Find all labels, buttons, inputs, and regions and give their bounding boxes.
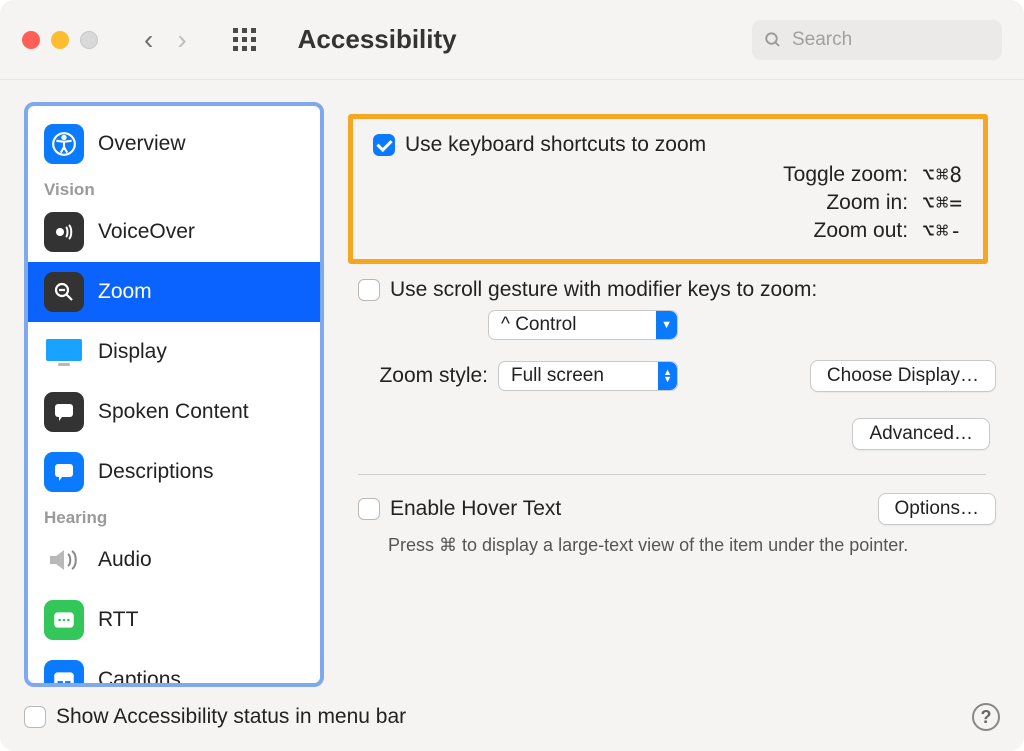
hover-text-checkbox[interactable] bbox=[358, 498, 380, 520]
zoom-out-label: Zoom out: bbox=[503, 219, 908, 243]
sidebar-item-voiceover[interactable]: VoiceOver bbox=[28, 202, 320, 262]
sidebar-item-label: RTT bbox=[98, 608, 138, 632]
zoom-out-shortcut: ⌥⌘- bbox=[922, 219, 963, 243]
window-controls bbox=[22, 31, 98, 49]
sidebar-item-label: Descriptions bbox=[98, 460, 214, 484]
rtt-icon bbox=[44, 600, 84, 640]
sidebar-item-label: Zoom bbox=[98, 280, 152, 304]
zoom-style-popup[interactable]: Full screen ▲▼ bbox=[498, 361, 678, 391]
zoom-in-label: Zoom in: bbox=[503, 191, 908, 215]
toggle-zoom-label: Toggle zoom: bbox=[503, 163, 908, 187]
window-toolbar: ‹ › Accessibility bbox=[0, 0, 1024, 80]
nav-arrows: ‹ › bbox=[144, 26, 187, 54]
hover-text-options-button[interactable]: Options… bbox=[878, 493, 996, 525]
sidebar-item-captions[interactable]: Captions bbox=[28, 650, 320, 683]
zoom-settings-panel: Use keyboard shortcuts to zoom Toggle zo… bbox=[336, 102, 1000, 687]
fullscreen-window-button[interactable] bbox=[80, 31, 98, 49]
keyboard-shortcuts-highlight: Use keyboard shortcuts to zoom Toggle zo… bbox=[348, 114, 988, 264]
sidebar-item-descriptions[interactable]: Descriptions bbox=[28, 442, 320, 502]
sidebar-item-label: Audio bbox=[98, 548, 152, 572]
search-field-wrapper[interactable] bbox=[752, 20, 1002, 60]
hover-text-hint: Press ⌘ to display a large-text view of … bbox=[348, 525, 996, 556]
modifier-key-value: ^ Control bbox=[501, 314, 576, 336]
back-button[interactable]: ‹ bbox=[144, 26, 153, 54]
sidebar-group-hearing: Hearing bbox=[28, 502, 320, 530]
toggle-zoom-shortcut: ⌥⌘8 bbox=[922, 163, 963, 187]
sidebar: Overview Vision VoiceOver Zoom bbox=[24, 102, 324, 687]
search-input[interactable] bbox=[790, 28, 990, 52]
chevron-down-icon: ▼ bbox=[656, 311, 677, 339]
zoom-style-label: Zoom style: bbox=[358, 364, 488, 388]
sidebar-item-display[interactable]: Display bbox=[28, 322, 320, 382]
sidebar-item-label: VoiceOver bbox=[98, 220, 195, 244]
modifier-key-popup[interactable]: ^ Control ▼ bbox=[488, 310, 678, 340]
accessibility-icon bbox=[44, 124, 84, 164]
sidebar-group-vision: Vision bbox=[28, 174, 320, 202]
use-keyboard-shortcuts-checkbox[interactable] bbox=[373, 134, 395, 156]
sidebar-item-audio[interactable]: Audio bbox=[28, 530, 320, 590]
display-icon bbox=[44, 332, 84, 372]
content-body: Overview Vision VoiceOver Zoom bbox=[0, 80, 1024, 687]
sidebar-item-rtt[interactable]: RTT bbox=[28, 590, 320, 650]
captions-icon bbox=[44, 660, 84, 683]
zoom-shortcuts-list: Toggle zoom: ⌥⌘8 Zoom in: ⌥⌘= Zoom out: … bbox=[503, 163, 963, 243]
advanced-button[interactable]: Advanced… bbox=[852, 418, 990, 450]
forward-button[interactable]: › bbox=[177, 26, 186, 54]
accessibility-preferences-window: ‹ › Accessibility Overview Vision bbox=[0, 0, 1024, 751]
zoom-icon bbox=[44, 272, 84, 312]
window-footer: Show Accessibility status in menu bar ? bbox=[0, 687, 1024, 751]
voiceover-icon bbox=[44, 212, 84, 252]
sidebar-item-label: Overview bbox=[98, 132, 186, 156]
sidebar-item-overview[interactable]: Overview bbox=[28, 114, 320, 174]
descriptions-icon bbox=[44, 452, 84, 492]
help-button[interactable]: ? bbox=[972, 703, 1000, 731]
sidebar-item-spoken-content[interactable]: Spoken Content bbox=[28, 382, 320, 442]
search-icon bbox=[764, 31, 782, 49]
divider bbox=[358, 474, 986, 475]
zoom-style-value: Full screen bbox=[511, 365, 604, 387]
use-keyboard-shortcuts-label: Use keyboard shortcuts to zoom bbox=[405, 133, 706, 157]
status-menu-bar-checkbox[interactable] bbox=[24, 706, 46, 728]
sidebar-item-label: Display bbox=[98, 340, 167, 364]
scroll-gesture-checkbox[interactable] bbox=[358, 279, 380, 301]
spoken-content-icon bbox=[44, 392, 84, 432]
sidebar-item-label: Captions bbox=[98, 668, 181, 683]
chevron-updown-icon: ▲▼ bbox=[658, 362, 677, 390]
window-title: Accessibility bbox=[298, 24, 457, 55]
minimize-window-button[interactable] bbox=[51, 31, 69, 49]
close-window-button[interactable] bbox=[22, 31, 40, 49]
scroll-gesture-label: Use scroll gesture with modifier keys to… bbox=[390, 278, 817, 302]
status-menu-bar-label: Show Accessibility status in menu bar bbox=[56, 705, 406, 729]
hover-text-label: Enable Hover Text bbox=[390, 497, 561, 521]
sidebar-item-zoom[interactable]: Zoom bbox=[28, 262, 320, 322]
sidebar-item-label: Spoken Content bbox=[98, 400, 249, 424]
audio-icon bbox=[44, 540, 84, 580]
show-all-preferences-button[interactable] bbox=[233, 28, 256, 51]
zoom-in-shortcut: ⌥⌘= bbox=[922, 191, 963, 215]
choose-display-button[interactable]: Choose Display… bbox=[810, 360, 996, 392]
